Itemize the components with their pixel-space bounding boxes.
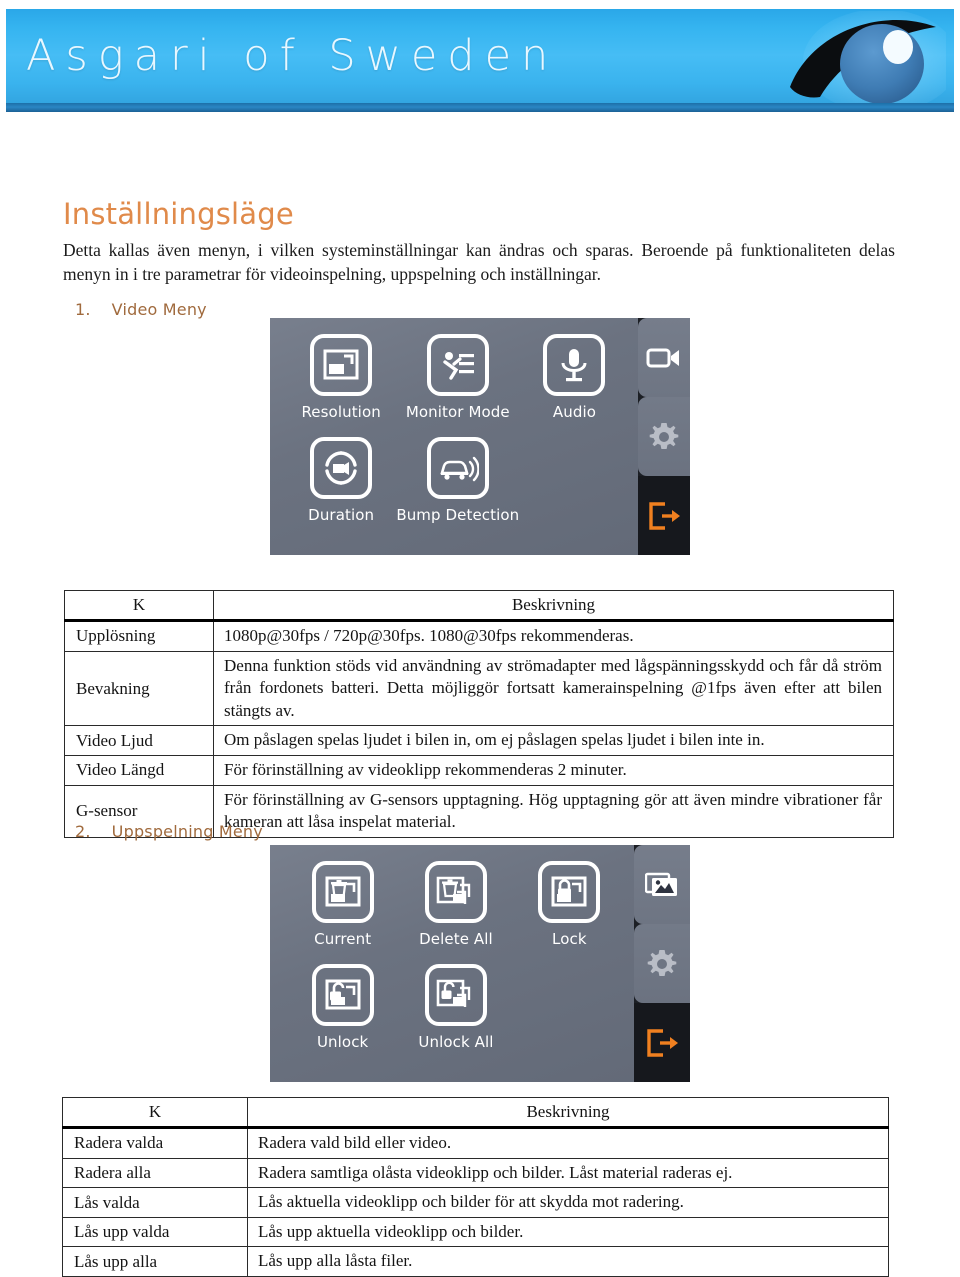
section-2-number: 2.: [75, 822, 91, 841]
rail-tab-gallery[interactable]: [634, 845, 690, 924]
table-header-row: K Beskrivning: [62, 1097, 889, 1129]
table-cell-key: Bevakning: [64, 650, 214, 727]
section-1-label: Video Meny: [111, 300, 207, 319]
playback-menu-tab-rail: [634, 845, 690, 1082]
table-row: Lås valda Lås aktuella videoklipp och bi…: [62, 1187, 889, 1218]
table-cell-desc: Denna funktion stöds vid användning av s…: [213, 650, 894, 727]
table-header-row: K Beskrivning: [64, 590, 894, 622]
table-cell-key: Upplösning: [64, 620, 214, 652]
menu-tile-label: Delete All: [419, 930, 493, 948]
table-header-key: K: [62, 1097, 248, 1129]
menu-tile-label: Monitor Mode: [405, 403, 510, 421]
menu-tile-bump-detection[interactable]: Bump Detection: [396, 437, 519, 540]
table-cell-key: Lås upp valda: [62, 1216, 248, 1248]
exit-arrow-icon: [647, 1028, 678, 1057]
menu-tile-duration[interactable]: Duration: [286, 437, 396, 540]
table-cell-desc: Radera samtliga olåsta videoklipp och bi…: [247, 1157, 889, 1189]
table-header-desc: Beskrivning: [213, 590, 894, 622]
lock-icon: [538, 861, 601, 923]
table-cell-key: Lås valda: [62, 1187, 248, 1218]
menu-tile-label: Duration: [308, 506, 375, 524]
unlock-icon: [311, 964, 374, 1026]
rail-tab-exit[interactable]: [637, 476, 690, 555]
table-cell-desc: 1080p@30fps / 720p@30fps. 1080@30fps rek…: [213, 620, 894, 652]
table-cell-desc: För förinställning av videoklipp rekomme…: [213, 755, 894, 786]
menu-tile-unlock-all[interactable]: Unlock All: [399, 964, 512, 1067]
delete-current-icon: [311, 861, 374, 923]
car-bump-icon: [426, 437, 489, 499]
table-row: Upplösning 1080p@30fps / 720p@30fps. 108…: [64, 620, 894, 652]
menu-tile-label: Unlock All: [418, 1033, 494, 1051]
menu-tile-label: Bump Detection: [396, 506, 520, 524]
section-1-number: 1.: [75, 300, 91, 319]
table-cell-key: Video Ljud: [64, 725, 214, 757]
site-header-banner: Asgari of Sweden: [6, 9, 954, 112]
rail-tab-settings[interactable]: [637, 397, 690, 476]
table-cell-desc: Om påslagen spelas ljudet i bilen in, om…: [213, 725, 894, 757]
video-menu-tiles-area: Resolution Monitor Mode Audio Duration B…: [270, 318, 638, 555]
page-title: Inställningsläge: [63, 197, 294, 231]
playback-menu-screenshot: Current Delete All Lock Unlock Unlock Al…: [270, 845, 690, 1082]
section-2-label: Uppspelning Meny: [111, 822, 263, 841]
table-cell-key: Video Längd: [64, 755, 214, 786]
video-menu-screenshot: Resolution Monitor Mode Audio Duration B…: [270, 318, 690, 555]
table-cell-desc: Radera vald bild eller video.: [247, 1127, 889, 1159]
table-cell-key: Lås upp alla: [62, 1246, 248, 1277]
table-row: Lås upp alla Lås upp alla låsta filer.: [62, 1246, 889, 1277]
menu-tile-current[interactable]: Current: [286, 861, 399, 964]
rail-tab-settings[interactable]: [634, 924, 690, 1003]
table-cell-desc: Lås aktuella videoklipp och bilder för a…: [247, 1187, 889, 1218]
delete-all-icon: [424, 861, 487, 923]
rail-tab-video[interactable]: [637, 318, 690, 397]
menu-tile-label: Lock: [552, 930, 587, 948]
menu-tile-label: Audio: [552, 403, 597, 421]
gear-icon: [649, 422, 679, 449]
menu-tile-label: Resolution: [301, 403, 381, 421]
table-header-key: K: [64, 590, 214, 622]
gear-icon: [647, 949, 677, 976]
table-row: Lås upp valda Lås upp aktuella videoklip…: [62, 1216, 889, 1248]
table-row: Video Ljud Om påslagen spelas ljudet i b…: [64, 725, 894, 757]
table-row: Bevakning Denna funktion stöds vid använ…: [64, 650, 894, 727]
playback-menu-tiles-area: Current Delete All Lock Unlock Unlock Al…: [270, 845, 634, 1082]
menu-tile-lock[interactable]: Lock: [513, 861, 626, 964]
resolution-icon: [310, 334, 373, 396]
monitor-mode-icon: [426, 334, 489, 396]
table-row: Radera alla Radera samtliga olåsta video…: [62, 1157, 889, 1189]
menu-tile-monitor-mode[interactable]: Monitor Mode: [396, 334, 519, 437]
brand-title: Asgari of Sweden: [26, 31, 559, 81]
video-menu-tab-rail: [637, 318, 690, 555]
menu-tile-audio[interactable]: Audio: [519, 334, 629, 437]
table-cell-key: Radera alla: [62, 1157, 248, 1189]
gallery-icon: [645, 872, 677, 896]
section-2-heading: 2. Uppspelning Meny: [75, 822, 263, 841]
table-row: Radera valda Radera vald bild eller vide…: [62, 1127, 889, 1159]
microphone-icon: [543, 334, 606, 396]
menu-tile-delete-all[interactable]: Delete All: [399, 861, 512, 964]
duration-loop-icon: [310, 437, 373, 499]
eye-icon: [790, 11, 946, 112]
table-row: Video Längd För förinställning av videok…: [64, 755, 894, 786]
table-cell-desc: För förinställning av G-sensors upptagni…: [213, 784, 894, 838]
menu-tile-label: Current: [314, 930, 372, 948]
rail-tab-exit[interactable]: [634, 1003, 690, 1082]
table-cell-desc: Lås upp alla låsta filer.: [247, 1246, 889, 1277]
table-cell-desc: Lås upp aktuella videoklipp och bilder.: [247, 1216, 889, 1248]
video-camera-icon: [646, 348, 679, 367]
menu-tile-unlock[interactable]: Unlock: [286, 964, 399, 1067]
playback-settings-table: K Beskrivning Radera valda Radera vald b…: [62, 1097, 889, 1277]
table-cell-key: Radera valda: [62, 1127, 248, 1159]
menu-tile-label: Unlock: [316, 1033, 369, 1051]
table-header-desc: Beskrivning: [247, 1097, 889, 1129]
section-1-heading: 1. Video Meny: [75, 300, 207, 319]
unlock-all-icon: [424, 964, 487, 1026]
video-settings-table: K Beskrivning Upplösning 1080p@30fps / 7…: [64, 590, 894, 838]
intro-paragraph: Detta kallas även menyn, i vilken system…: [63, 240, 895, 284]
exit-arrow-icon: [649, 501, 680, 530]
menu-tile-resolution[interactable]: Resolution: [286, 334, 396, 437]
